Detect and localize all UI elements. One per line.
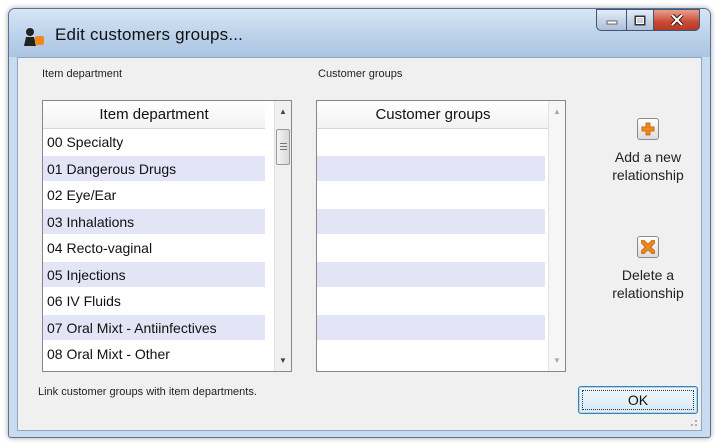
customer-groups-group-label: Customer groups	[318, 68, 403, 80]
plus-icon	[637, 118, 659, 140]
list-item[interactable]: 08 Oral Mixt - Other	[43, 341, 265, 368]
customer-groups-column-header[interactable]: Customer groups	[317, 101, 549, 129]
item-department-scrollbar[interactable]: ▲ ▼	[274, 101, 291, 371]
item-department-group-label: Item department	[42, 68, 123, 80]
item-department-column-header[interactable]: Item department	[43, 101, 265, 129]
delete-relationship-label-line2: relationship	[612, 285, 684, 301]
list-item[interactable]	[317, 341, 545, 368]
close-icon	[670, 14, 683, 26]
list-item[interactable]: 04 Recto-vaginal	[43, 235, 265, 262]
list-item[interactable]	[317, 288, 545, 315]
delete-relationship-label-line1: Delete a	[621, 267, 675, 283]
ok-button[interactable]: OK	[578, 386, 698, 414]
delete-relationship-button[interactable]: Delete a relationship	[598, 236, 698, 302]
customer-groups-scrollbar[interactable]: ▲ ▼	[548, 101, 565, 371]
list-item[interactable]: 02 Eye/Ear	[43, 182, 265, 209]
scroll-thumb[interactable]	[276, 129, 290, 165]
list-item[interactable]	[317, 314, 545, 341]
focus-rectangle	[582, 390, 694, 410]
title-bar[interactable]: Edit customers groups...	[9, 9, 710, 57]
list-item[interactable]: 00 Specialty	[43, 129, 265, 156]
list-item[interactable]	[317, 261, 545, 288]
list-item[interactable]	[317, 235, 545, 262]
list-item[interactable]: 01 Dangerous Drugs	[43, 155, 265, 182]
maximize-button[interactable]	[626, 9, 654, 31]
app-logo-icon	[24, 28, 44, 46]
list-item[interactable]	[317, 208, 545, 235]
add-relationship-button[interactable]: Add a new relationship	[598, 118, 698, 184]
list-item[interactable]: 07 Oral Mixt - Antiinfectives	[43, 314, 265, 341]
list-item[interactable]: 03 Inhalations	[43, 208, 265, 235]
scroll-down-arrow-icon[interactable]: ▼	[275, 352, 291, 369]
resize-grip-icon[interactable]	[688, 417, 698, 427]
minimize-button[interactable]	[596, 9, 626, 31]
add-relationship-label-line1: Add a new	[614, 149, 682, 165]
close-button[interactable]	[654, 9, 700, 31]
scroll-up-arrow-icon[interactable]: ▲	[275, 103, 291, 120]
item-department-list[interactable]: Item department 00 Specialty 01 Dangerou…	[42, 100, 292, 372]
scroll-down-arrow-icon[interactable]: ▼	[549, 352, 565, 369]
list-item[interactable]	[317, 155, 545, 182]
edit-customers-groups-window: Edit customers groups... Item department…	[8, 8, 711, 438]
list-item[interactable]	[317, 182, 545, 209]
delete-x-icon	[637, 236, 659, 258]
minimize-icon	[606, 20, 617, 25]
dialog-body: Item department Customer groups Item dep…	[17, 57, 702, 431]
customer-groups-list[interactable]: Customer groups ▲ ▼	[316, 100, 566, 372]
window-title: Edit customers groups...	[55, 25, 244, 44]
maximize-icon	[634, 15, 646, 25]
list-item[interactable]: 06 IV Fluids	[43, 288, 265, 315]
scroll-up-arrow-icon[interactable]: ▲	[549, 103, 565, 120]
caption-buttons	[596, 9, 700, 31]
list-item[interactable]: 05 Injections	[43, 261, 265, 288]
hint-text: Link customer groups with item departmen…	[38, 386, 257, 398]
add-relationship-label-line2: relationship	[612, 167, 684, 183]
list-item[interactable]	[317, 129, 545, 156]
